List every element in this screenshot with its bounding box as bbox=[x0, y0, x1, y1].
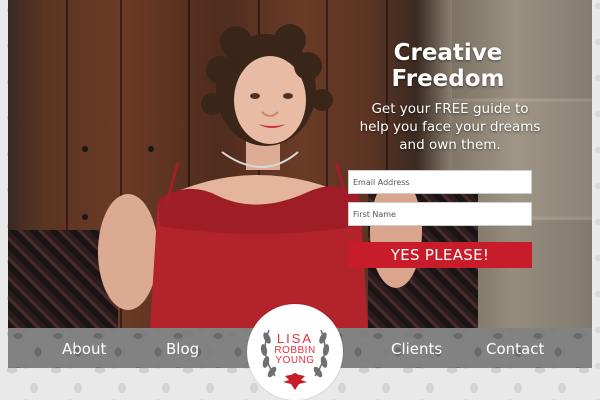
nav-contact-link[interactable]: Contact bbox=[486, 339, 544, 359]
cta-subtitle: Get your FREE guide to help you face you… bbox=[359, 101, 541, 153]
cta-title: Creative Freedom bbox=[353, 40, 543, 92]
yes-please-button[interactable]: YES PLEASE! bbox=[348, 242, 532, 268]
cta-title-line-1: Creative bbox=[393, 40, 503, 66]
email-field[interactable] bbox=[348, 170, 532, 194]
logo-text-young: YOUNG bbox=[275, 355, 315, 366]
first-name-field[interactable] bbox=[348, 202, 532, 226]
nav-blog-link[interactable]: Blog bbox=[166, 339, 199, 359]
cta-title-line-2: Freedom bbox=[391, 66, 505, 92]
nav-about-link[interactable]: About bbox=[62, 339, 106, 359]
nav-clients-link[interactable]: Clients bbox=[391, 339, 442, 359]
hero-section: Creative Freedom Get your FREE guide to … bbox=[8, 0, 592, 328]
logo[interactable]: LISA ROBBIN YOUNG bbox=[247, 304, 343, 400]
logo-text-lisa: LISA bbox=[276, 331, 314, 346]
